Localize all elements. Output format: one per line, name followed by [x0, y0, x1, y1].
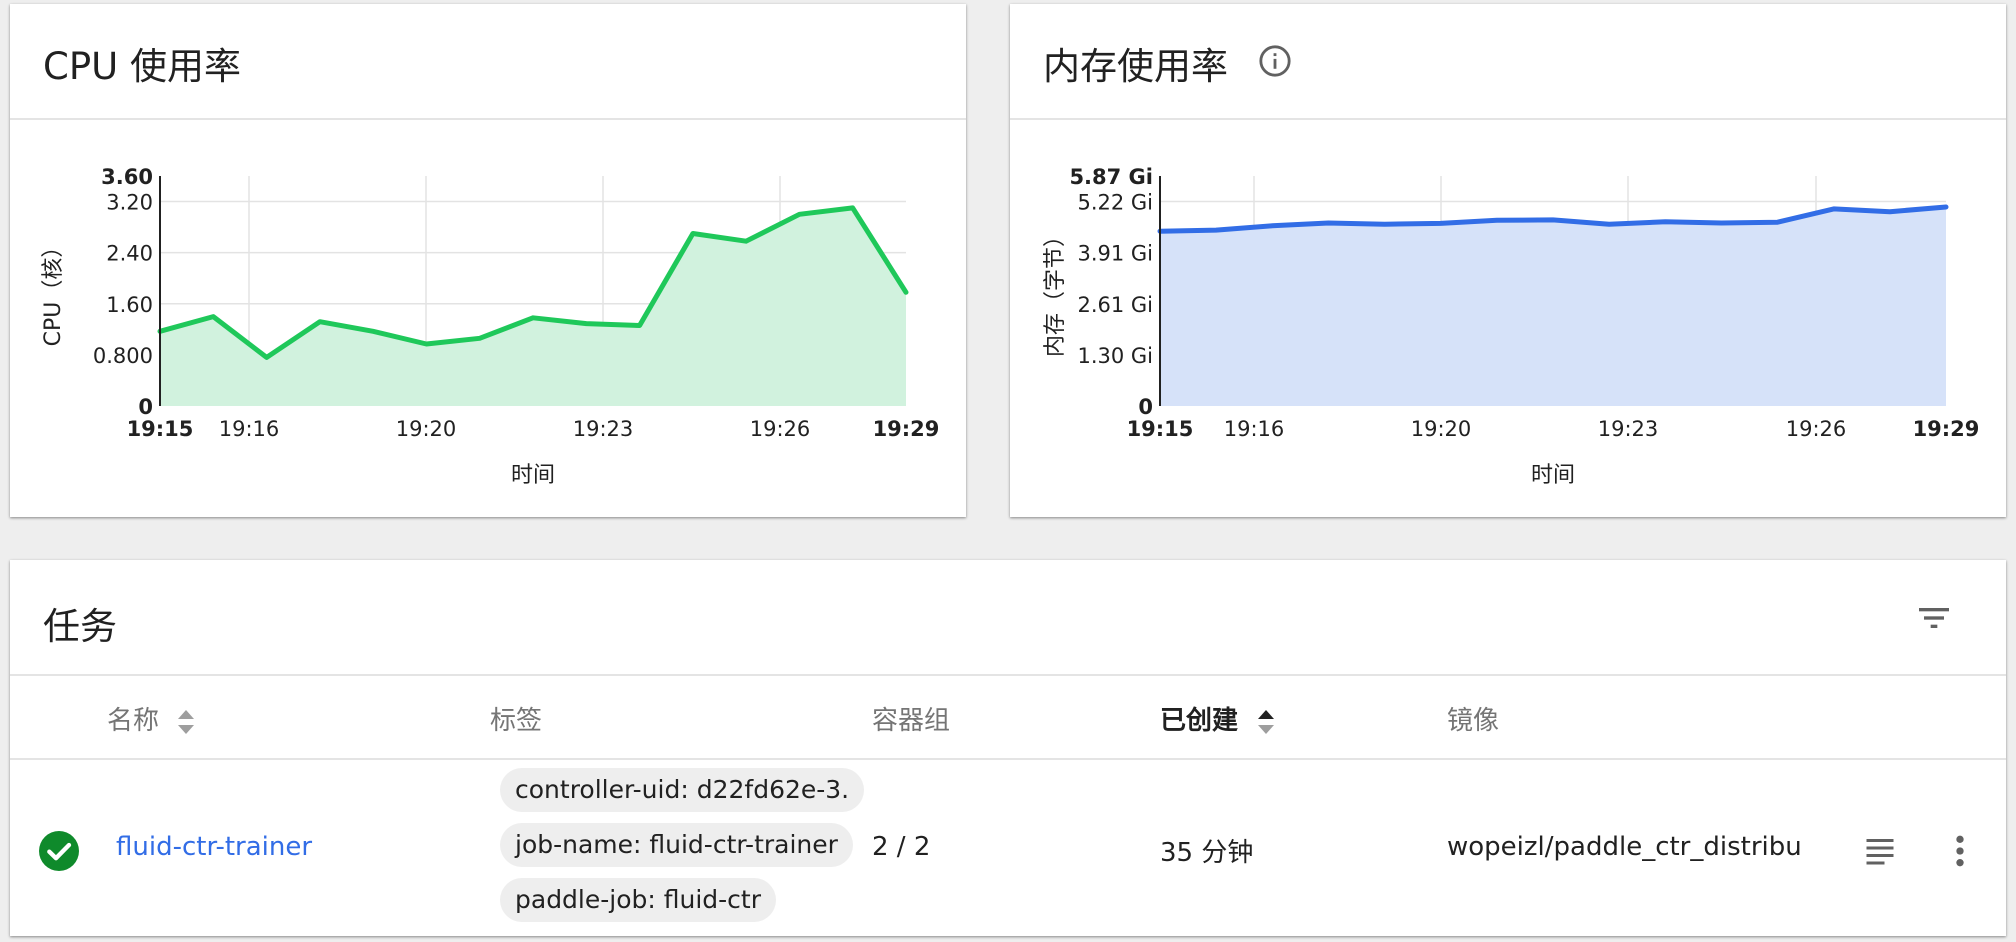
- label-chip: job-name: fluid-ctr-trainer: [500, 823, 853, 867]
- cpu-y-tick-label: 1.60: [106, 293, 153, 317]
- mem-area: [1160, 207, 1946, 406]
- cpu-y-tick-label: 3.60: [101, 165, 153, 189]
- job-pods: 2 / 2: [872, 832, 931, 862]
- mem-x-tick-label: 19:23: [1598, 417, 1659, 441]
- cpu-x-tick-label: 19:29: [873, 417, 940, 441]
- mem-x-tick-label: 19:29: [1913, 417, 1980, 441]
- cpu-x-tick-label: 19:20: [396, 417, 457, 441]
- mem-y-tick-label: 0: [1138, 395, 1153, 419]
- logs-icon[interactable]: [1862, 833, 1898, 869]
- mem-y-tick-label: 2.61 Gi: [1077, 293, 1153, 317]
- column-header-labels: 标签: [490, 706, 543, 736]
- memory-usage-card: 内存使用率 0 1.30 Gi 2.61 Gi 3.91 Gi 5.22 Gi 5.87 …: [1010, 4, 2006, 517]
- label-chip: paddle-job: fluid-ctr: [500, 878, 777, 922]
- job-labels: controller-uid: d22fd62e-3. job-name: fl…: [500, 768, 865, 933]
- job-image: wopeizl/paddle_ctr_distribu: [1447, 832, 1802, 862]
- mem-y-tick-label: 3.91 Gi: [1077, 242, 1153, 266]
- sort-desc-icon[interactable]: [1255, 706, 1277, 738]
- jobs-card-title: 任务: [43, 605, 117, 648]
- table-row: fluid-ctr-trainer controller-uid: d22fd6…: [10, 758, 2006, 940]
- jobs-table-header: 名称 标签 容器组 已创建 镜像: [10, 674, 2006, 760]
- check-circle-icon: [39, 831, 79, 871]
- column-header-pods: 容器组: [872, 706, 951, 736]
- mem-x-axis-label: 时间: [1531, 463, 1575, 488]
- cpu-y-tick-label: 3.20: [106, 191, 153, 215]
- sort-icon[interactable]: [175, 706, 197, 738]
- mem-x-tick-label: 19:15: [1127, 417, 1194, 441]
- cpu-area: [160, 207, 906, 406]
- more-vert-icon[interactable]: [1940, 831, 1980, 871]
- mem-x-tick-label: 19:16: [1224, 417, 1285, 441]
- cpu-y-tick-label: 2.40: [106, 242, 153, 266]
- column-header-created[interactable]: 已创建: [1160, 700, 1277, 738]
- cpu-usage-chart: 0 0.800 1.60 2.40 3.203.60 19:15 19:16 19:20 19:…: [41, 165, 940, 488]
- mem-y-axis-label: 内存（字节）: [1043, 225, 1068, 357]
- cpu-y-tick-label: 0: [138, 395, 153, 419]
- jobs-card: 任务 名称 标签 容器组 已创建 镜像 fluid-ctr-trainer co…: [10, 560, 2006, 936]
- job-created: 35 分钟: [1160, 838, 1254, 868]
- label-chip: controller-uid: d22fd62e-3.: [500, 768, 865, 812]
- cpu-y-tick-label: 0.800: [93, 344, 153, 368]
- mem-y-tick-label: 1.30 Gi: [1077, 344, 1153, 368]
- mem-y-tick-label: 5.87 Gi: [1069, 165, 1153, 189]
- column-header-created-label: 已创建: [1160, 706, 1239, 736]
- column-header-image: 镜像: [1447, 706, 1500, 736]
- mem-x-tick-label: 19:26: [1786, 417, 1847, 441]
- cpu-usage-card: CPU 使用率 0 0.800 1.60 2.40 3.20 3.60 19:15 19:16…: [10, 4, 966, 517]
- job-name-link[interactable]: fluid-ctr-trainer: [116, 832, 312, 862]
- mem-x-tick-label: 19:20: [1411, 417, 1472, 441]
- filter-icon[interactable]: [1914, 598, 1954, 638]
- cpu-x-tick-label: 19:16: [219, 417, 280, 441]
- memory-usage-chart: 0 1.30 Gi 2.61 Gi 3.91 Gi 5.22 Gi5.87 Gi 19:1…: [1043, 165, 1980, 488]
- cpu-x-tick-label: 19:15: [127, 417, 194, 441]
- column-header-name-label: 名称: [107, 706, 160, 736]
- mem-y-tick-label: 5.22 Gi: [1077, 191, 1153, 215]
- cpu-x-tick-label: 19:23: [573, 417, 634, 441]
- column-header-name[interactable]: 名称: [107, 700, 197, 738]
- cpu-x-tick-label: 19:26: [750, 417, 811, 441]
- cpu-x-axis-label: 时间: [511, 463, 555, 488]
- cpu-y-axis-label: CPU（核）: [41, 236, 66, 347]
